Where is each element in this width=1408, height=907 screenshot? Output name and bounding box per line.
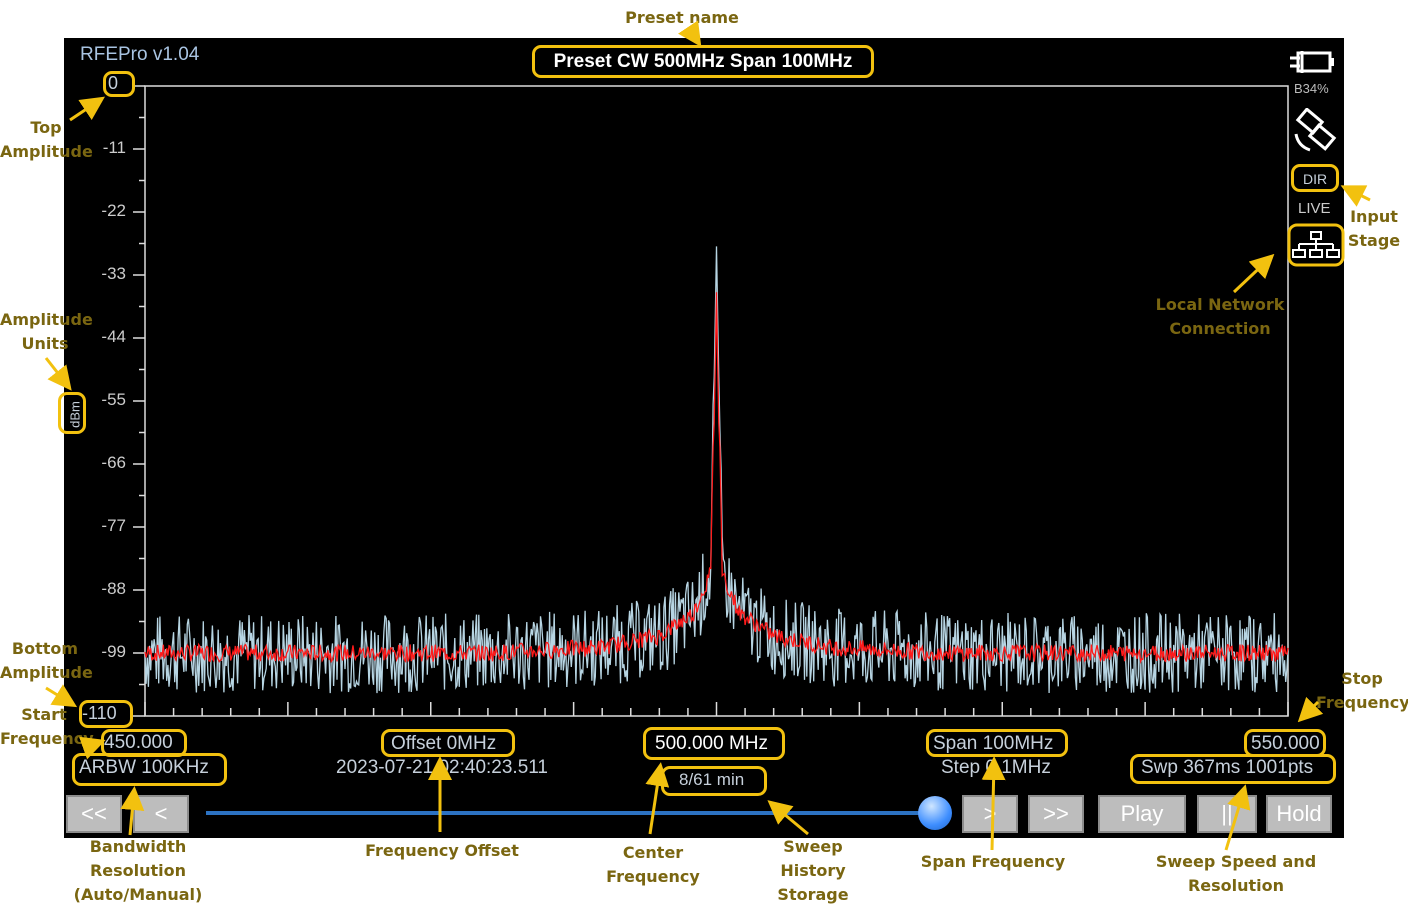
average-trace bbox=[144, 292, 1289, 664]
network-icon[interactable] bbox=[1287, 223, 1345, 267]
rbw-highlight bbox=[72, 753, 227, 786]
y-tick-label: -22 bbox=[101, 201, 126, 220]
y-tick-label: -66 bbox=[101, 453, 126, 472]
top-amplitude-highlight bbox=[103, 71, 135, 97]
last-button[interactable]: >> bbox=[1028, 795, 1084, 833]
y-tick-label: -33 bbox=[101, 264, 126, 283]
y-tick-label: -88 bbox=[101, 579, 126, 598]
battery-level: B34% bbox=[1294, 81, 1329, 96]
annotation-amplitude-units: Amplitude Units bbox=[0, 310, 93, 353]
sweep-speed-highlight bbox=[1130, 754, 1336, 784]
stop-frequency-highlight bbox=[1244, 729, 1326, 757]
prev-button[interactable]: < bbox=[133, 795, 189, 833]
annotation-sweep-speed: Sweep Speed and Resolution bbox=[1155, 852, 1317, 895]
annotation-center-frequency: Center Frequency bbox=[606, 843, 700, 886]
y-tick-label: -77 bbox=[101, 516, 126, 535]
first-button[interactable]: << bbox=[66, 795, 122, 833]
annotation-bottom-amplitude: Bottom Amplitude bbox=[0, 639, 93, 682]
live-mode: LIVE bbox=[1298, 200, 1331, 217]
amplitude-units[interactable]: dBm bbox=[58, 392, 86, 434]
play-button[interactable]: Play bbox=[1098, 795, 1186, 833]
pause-button[interactable]: || bbox=[1197, 795, 1257, 833]
annotation-sweep-history: Sweep History Storage bbox=[777, 837, 849, 904]
center-frequency-highlight bbox=[643, 727, 785, 760]
span-frequency-highlight bbox=[926, 729, 1068, 757]
hold-button[interactable]: Hold bbox=[1266, 795, 1332, 833]
annotation-input-stage: Input Stage bbox=[1347, 207, 1401, 250]
battery-icon bbox=[1290, 51, 1334, 73]
annotation-span-frequency: Span Frequency bbox=[920, 852, 1066, 871]
step-frequency[interactable]: Step 0.1MHz bbox=[941, 757, 1051, 779]
offset-highlight bbox=[381, 729, 515, 757]
plot-border bbox=[144, 85, 1289, 717]
annotation-frequency-offset: Frequency Offset bbox=[365, 841, 519, 860]
history-slider-knob[interactable] bbox=[918, 796, 952, 830]
timestamp: 2023-07-21 02:40:23.511 bbox=[336, 757, 548, 778]
amplitude-units-label: dBm bbox=[67, 401, 83, 428]
annotation-start-frequency: Start Frequency bbox=[0, 705, 94, 748]
satellite-icon bbox=[1294, 108, 1337, 152]
input-stage-highlight bbox=[1291, 164, 1339, 192]
sweep-history-highlight bbox=[661, 766, 767, 796]
annotation-top-amplitude: Top Amplitude bbox=[0, 118, 93, 161]
history-slider-track[interactable] bbox=[206, 811, 936, 815]
annotation-bandwidth-resolution: Bandwidth Resolution (Auto/Manual) bbox=[73, 837, 203, 904]
next-button[interactable]: > bbox=[962, 795, 1018, 833]
annotation-local-network: Local Network Connection bbox=[1155, 295, 1285, 338]
annotation-stop-frequency: Stop Frequency bbox=[1316, 669, 1408, 712]
annotation-preset-name: Preset name bbox=[625, 8, 739, 27]
